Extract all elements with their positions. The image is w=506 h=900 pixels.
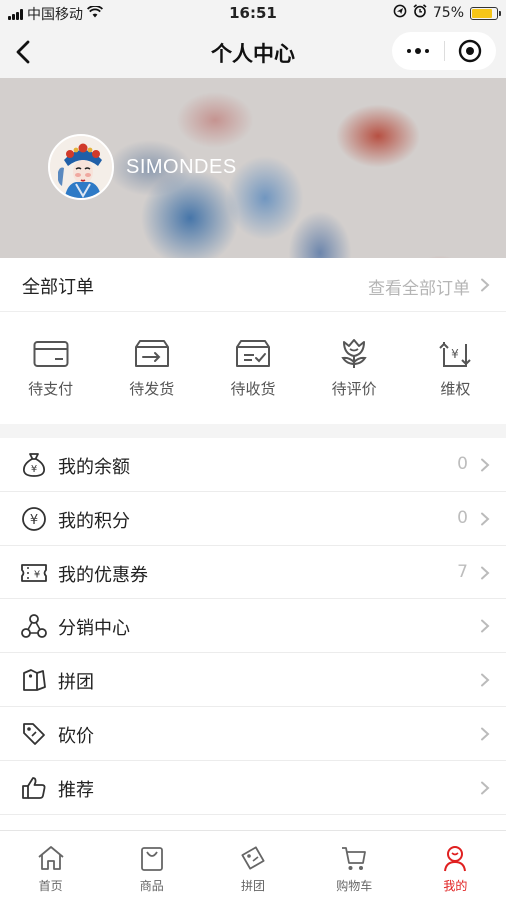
menu-item-label: 砍价 (58, 725, 94, 747)
menu-item-points[interactable]: ¥ 我的积分 0 (0, 492, 506, 546)
order-status-pending-receipt[interactable]: 待收货 (202, 312, 303, 424)
all-orders-row[interactable]: 全部订单 查看全部订单 (0, 258, 506, 312)
cart-icon (339, 843, 369, 873)
tab-label: 购物车 (336, 879, 373, 893)
order-status-pending-payment[interactable]: 待支付 (0, 312, 101, 424)
menu-item-group-buy[interactable]: 拼团 (0, 653, 506, 707)
ship-box-icon (134, 338, 170, 370)
battery-percent: 75% (432, 5, 464, 21)
chevron-right-icon (478, 727, 492, 741)
chevron-right-icon (478, 619, 492, 633)
tab-cart[interactable]: 购物车 (304, 831, 405, 900)
menu-item-label: 我的优惠券 (58, 564, 148, 586)
card-icon (33, 338, 69, 370)
chevron-right-icon (478, 278, 492, 292)
chevron-right-icon (478, 566, 492, 580)
order-status-label: 待评价 (331, 380, 377, 398)
chevron-right-icon (478, 512, 492, 526)
menu-item-coupons[interactable]: ¥ 我的优惠券 7 (0, 546, 506, 600)
points-coin-icon: ¥ (20, 505, 48, 533)
menu-item-label: 我的余额 (58, 457, 130, 478)
tab-home[interactable]: 首页 (0, 831, 101, 900)
tab-label: 拼团 (241, 879, 266, 893)
order-status-label: 维权 (440, 380, 471, 398)
menu-item-value: 0 (457, 507, 468, 528)
thumbs-up-icon (20, 774, 48, 802)
view-all-orders-link[interactable]: 查看全部订单 (368, 274, 470, 299)
svg-text:¥: ¥ (34, 569, 40, 580)
profile-icon (440, 843, 470, 873)
group-buy-icon (20, 666, 48, 694)
battery-icon (470, 6, 501, 20)
bag-icon (137, 843, 167, 873)
order-status-label: 待收货 (230, 380, 276, 398)
distribution-icon (20, 612, 48, 640)
menu-item-label: 拼团 (58, 672, 94, 694)
all-orders-title: 全部订单 (22, 277, 94, 298)
order-status-bar: 待支付 待发货 待收货 待评价 ¥ 维权 (0, 312, 506, 424)
chevron-right-icon (478, 673, 492, 687)
menu-item-value: 7 (457, 561, 468, 582)
receive-box-icon (235, 338, 271, 370)
refund-icon: ¥ (437, 338, 473, 370)
chevron-right-icon (478, 781, 492, 795)
home-icon (36, 843, 66, 873)
menu-item-balance[interactable]: ¥ 我的余额 0 (0, 438, 506, 492)
alarm-icon (413, 4, 427, 22)
order-status-pending-shipment[interactable]: 待发货 (101, 312, 202, 424)
menu-item-label: 推荐 (58, 779, 94, 801)
username: SIMONDES (126, 156, 237, 178)
bottom-tab-bar: 首页 商品 拼团 购物车 我的 (0, 830, 506, 900)
avatar[interactable] (48, 134, 114, 200)
chevron-right-icon (478, 458, 492, 472)
more-icon (406, 48, 429, 54)
nav-bar: 个人中心 (0, 26, 506, 78)
money-bag-icon: ¥ (20, 451, 48, 479)
tab-label: 商品 (139, 879, 164, 893)
tab-label: 首页 (38, 879, 63, 893)
order-status-label: 待支付 (28, 380, 74, 398)
tab-mine[interactable]: 我的 (405, 831, 506, 900)
status-right: 75% (393, 4, 501, 22)
close-program-button[interactable] (445, 32, 497, 70)
menu-item-value: 0 (457, 454, 468, 474)
order-status-pending-review[interactable]: 待评价 (304, 312, 405, 424)
more-button[interactable] (392, 32, 444, 70)
location-icon (393, 4, 407, 22)
svg-text:¥: ¥ (452, 347, 460, 361)
svg-text:¥: ¥ (30, 513, 38, 528)
coupon-icon: ¥ (20, 559, 48, 587)
mini-program-capsule (392, 32, 496, 70)
menu-item-recommend[interactable]: 推荐 (0, 761, 506, 815)
tab-group-buy[interactable]: 拼团 (202, 831, 303, 900)
target-icon (459, 39, 482, 63)
bargain-tag-icon (20, 720, 48, 748)
battery-level (472, 8, 492, 18)
svg-text:¥: ¥ (31, 464, 37, 475)
section-divider (0, 424, 506, 438)
menu-item-distribution[interactable]: 分销中心 (0, 599, 506, 654)
tab-products[interactable]: 商品 (101, 831, 202, 900)
status-bar: 中国移动 16:51 75% (0, 0, 506, 26)
tab-label: 我的 (443, 879, 468, 893)
order-status-label: 待发货 (129, 380, 175, 398)
review-flower-icon (336, 338, 372, 370)
menu-item-bargain[interactable]: 砍价 (0, 707, 506, 761)
menu-item-label: 我的积分 (58, 510, 130, 532)
tag-icon (238, 843, 268, 873)
menu-item-label: 分销中心 (58, 618, 130, 640)
account-menu: ¥ 我的余额 0 ¥ 我的积分 0 ¥ 我的优惠券 7 分销中心 拼团 砍价 推… (0, 438, 506, 815)
order-status-after-sales[interactable]: ¥ 维权 (405, 312, 506, 424)
